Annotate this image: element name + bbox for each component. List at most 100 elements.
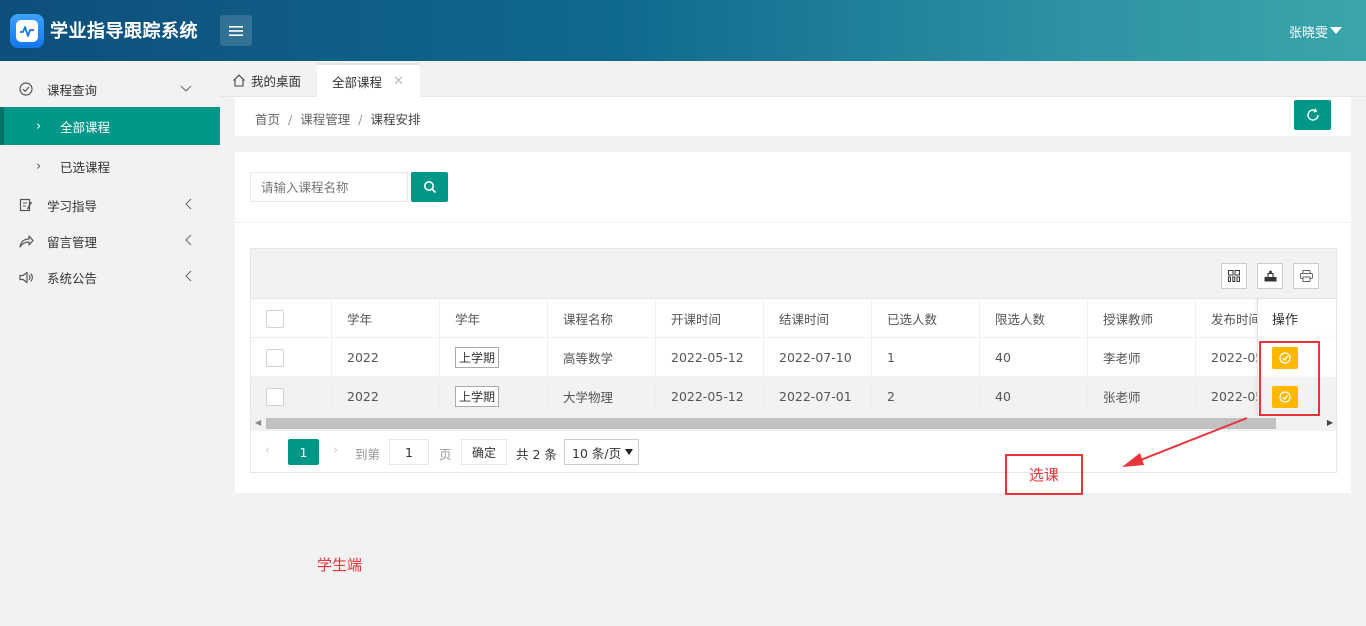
scroll-right-icon[interactable]: ▶ xyxy=(1327,418,1333,427)
column-header[interactable]: 发布时间 xyxy=(1196,299,1266,338)
prev-page-icon[interactable]: ‹ xyxy=(265,443,270,458)
column-header[interactable]: 学年 xyxy=(332,299,440,338)
cell-term: 上学期 xyxy=(440,338,548,377)
chevron-right-icon: › xyxy=(36,158,42,174)
search-icon xyxy=(423,181,436,194)
column-filter-button[interactable] xyxy=(1221,263,1247,289)
menu-toggle-button[interactable] xyxy=(220,15,252,46)
home-icon xyxy=(233,74,245,87)
cell-year: 2022 xyxy=(332,338,440,377)
table-row[interactable]: 2022 上学期 大学物理 2022-05-12 2022-07-01 2 40… xyxy=(251,377,1336,416)
column-header[interactable]: 课程名称 xyxy=(548,299,656,338)
breadcrumb: 首页 / 课程管理 / 课程安排 xyxy=(255,109,420,128)
user-name[interactable]: 张晓雯 xyxy=(1289,22,1328,41)
cell-end-date: 2022-07-01 xyxy=(764,377,872,416)
page-label: 页 xyxy=(439,447,452,462)
annotation-highlight-box xyxy=(1259,341,1320,416)
speaker-icon xyxy=(18,269,34,285)
horizontal-scrollbar[interactable]: ◀ ▶ xyxy=(251,416,1336,431)
column-header[interactable]: 开课时间 xyxy=(656,299,764,338)
sidebar-item-study-guide[interactable]: 学习指导 xyxy=(0,187,220,223)
refresh-icon xyxy=(1306,108,1319,121)
chevron-right-icon: › xyxy=(36,118,42,134)
column-header[interactable]: 学年 xyxy=(440,299,548,338)
check-circle-icon xyxy=(18,81,34,97)
cell-limit-count: 40 xyxy=(980,377,1088,416)
table-row[interactable]: 2022 上学期 高等数学 2022-05-12 2022-07-10 1 40… xyxy=(251,338,1336,377)
column-header[interactable]: 结课时间 xyxy=(764,299,872,338)
page-size-select[interactable]: 10 条/页 xyxy=(564,439,639,465)
annotation-select-course: 选课 xyxy=(1005,454,1083,495)
breadcrumb-current: 课程安排 xyxy=(370,112,421,127)
close-icon[interactable]: ✕ xyxy=(393,74,404,89)
row-checkbox[interactable] xyxy=(266,387,284,406)
tab-all-courses[interactable]: 全部课程 ✕ xyxy=(317,63,420,97)
sidebar-item-course-query[interactable]: 课程查询 xyxy=(0,71,220,107)
breadcrumb-course-management[interactable]: 课程管理 xyxy=(300,112,350,127)
cell-published: 2022-05- xyxy=(1196,377,1266,416)
column-header[interactable]: 授课教师 xyxy=(1088,299,1196,338)
breadcrumb-separator: / xyxy=(288,112,293,127)
print-icon xyxy=(1299,270,1313,282)
goto-label: 到第 xyxy=(355,447,381,462)
breadcrumb-separator: / xyxy=(358,112,363,127)
goto-confirm-button[interactable]: 确定 xyxy=(461,439,507,465)
course-list-card: 学年 学年 课程名称 开课时间 结课时间 已选人数 限选人数 授课教师 发布时间… xyxy=(235,152,1351,493)
column-header[interactable]: 限选人数 xyxy=(980,299,1088,338)
sidebar: 课程查询 › 全部课程 › 已选课程 学习指导 留言管理 系统公告 xyxy=(0,61,220,626)
print-button[interactable] xyxy=(1293,263,1319,289)
export-button[interactable] xyxy=(1257,263,1283,289)
sidebar-item-label: 课程查询 xyxy=(47,82,98,98)
next-page-icon[interactable]: › xyxy=(333,443,338,458)
sidebar-item-label: 留言管理 xyxy=(47,234,98,250)
cell-end-date: 2022-07-10 xyxy=(764,338,872,377)
cell-published: 2022-05- xyxy=(1196,338,1266,377)
table-toolbar xyxy=(251,249,1336,299)
scroll-left-icon[interactable]: ◀ xyxy=(255,418,261,427)
sidebar-item-message-management[interactable]: 留言管理 xyxy=(0,223,220,259)
sidebar-subitem-selected-courses[interactable]: › 已选课程 xyxy=(0,147,220,185)
chevron-down-icon xyxy=(625,449,633,455)
current-page-button[interactable]: 1 xyxy=(288,439,319,465)
top-header: 学业指导跟踪系统 张晓雯 xyxy=(0,0,1366,61)
course-search-input[interactable] xyxy=(250,172,408,202)
cell-selected-count: 2 xyxy=(872,377,980,416)
sidebar-item-system-notice[interactable]: 系统公告 xyxy=(0,259,220,295)
column-header-actions: 操作 xyxy=(1257,299,1336,338)
hamburger-icon xyxy=(229,25,243,36)
app-logo xyxy=(10,14,44,48)
chevron-left-icon xyxy=(184,198,192,213)
term-tag: 上学期 xyxy=(455,386,500,407)
cell-term: 上学期 xyxy=(440,377,548,416)
chevron-left-icon xyxy=(184,270,192,285)
scrollbar-thumb[interactable] xyxy=(266,418,1276,429)
row-select-cell xyxy=(251,377,332,416)
select-all-cell xyxy=(251,299,332,338)
breadcrumb-bar: 首页 / 课程管理 / 课程安排 xyxy=(235,97,1351,137)
cell-course-name: 大学物理 xyxy=(548,377,656,416)
sidebar-subitem-label: 全部课程 xyxy=(60,119,111,135)
tab-my-desktop[interactable]: 我的桌面 xyxy=(232,63,301,97)
column-header[interactable]: 已选人数 xyxy=(872,299,980,338)
sidebar-subitem-all-courses[interactable]: › 全部课程 xyxy=(0,107,220,145)
cell-teacher: 张老师 xyxy=(1088,377,1196,416)
search-button[interactable] xyxy=(411,172,448,202)
row-checkbox[interactable] xyxy=(266,348,284,367)
select-all-checkbox[interactable] xyxy=(266,309,284,328)
column-header: 操作 xyxy=(1272,313,1299,328)
goto-page-input[interactable] xyxy=(389,439,429,465)
caret-down-icon[interactable] xyxy=(1330,27,1342,34)
page-size-value: 10 条/页 xyxy=(572,445,622,461)
total-count: 共 2 条 xyxy=(516,447,557,462)
breadcrumb-home[interactable]: 首页 xyxy=(255,112,280,127)
tab-label: 我的桌面 xyxy=(251,73,302,89)
term-tag: 上学期 xyxy=(455,347,500,368)
table-header-row: 学年 学年 课程名称 开课时间 结课时间 已选人数 限选人数 授课教师 发布时间… xyxy=(251,299,1336,338)
share-arrow-icon xyxy=(18,233,34,249)
annotation-student-side: 学生端 xyxy=(317,556,363,574)
refresh-button[interactable] xyxy=(1294,100,1331,130)
grid-columns-icon xyxy=(1228,270,1240,282)
cell-limit-count: 40 xyxy=(980,338,1088,377)
cell-selected-count: 1 xyxy=(872,338,980,377)
chevron-left-icon xyxy=(184,234,192,249)
